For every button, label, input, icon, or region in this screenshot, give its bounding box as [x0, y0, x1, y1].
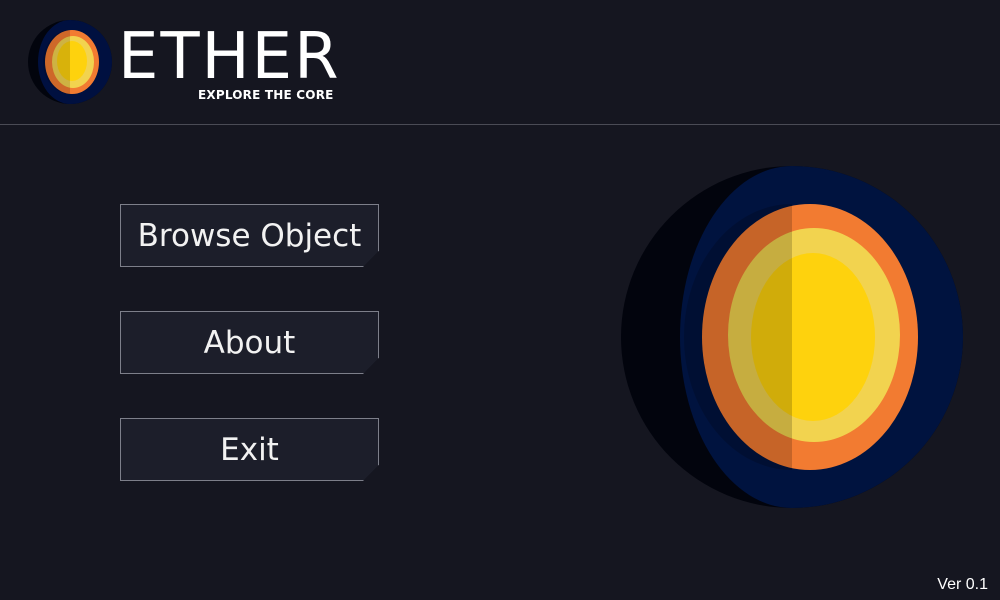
about-button[interactable]: About [120, 311, 379, 374]
planet-core-logo-icon [28, 20, 112, 104]
browse-object-button[interactable]: Browse Object [120, 204, 379, 267]
exit-button[interactable]: Exit [120, 418, 379, 481]
app-header: ETHER EXPLORE THE CORE [0, 0, 1000, 124]
version-label: Ver 0.1 [937, 576, 988, 593]
main-menu-screen: ETHER EXPLORE THE CORE Browse Object Abo… [0, 0, 1000, 600]
earth-core-illustration [621, 166, 963, 508]
app-title: ETHER [118, 20, 341, 94]
header-divider [0, 124, 1000, 125]
app-tagline: EXPLORE THE CORE [198, 88, 334, 102]
